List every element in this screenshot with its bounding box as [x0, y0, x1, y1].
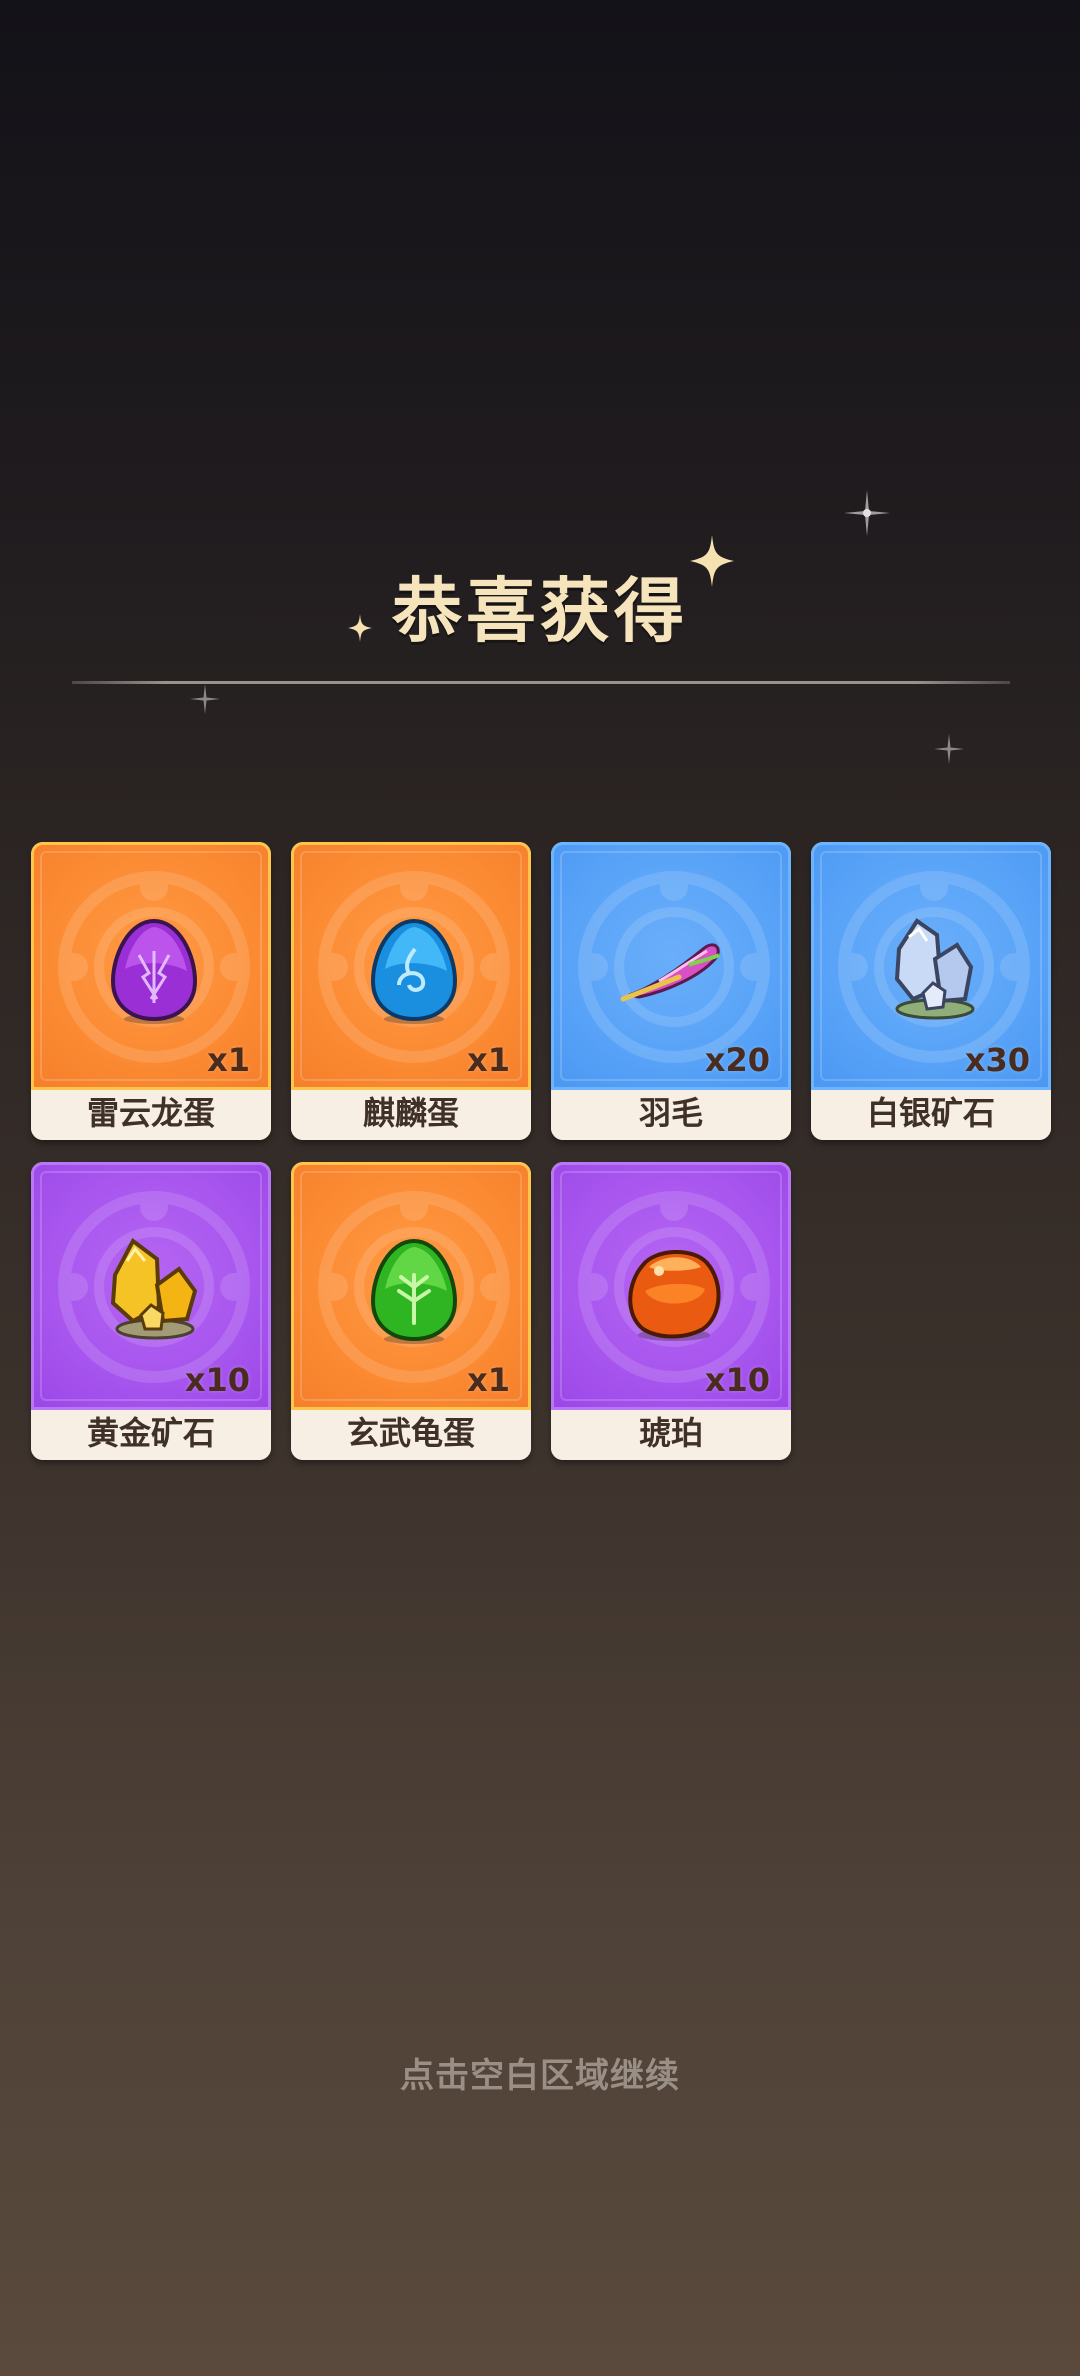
card-background: x10 [31, 1162, 271, 1410]
item-count: x20 [704, 1041, 770, 1079]
item-name: 白银矿石 [811, 1090, 1051, 1140]
card-background: x20 [551, 842, 791, 1090]
purple-thunder-egg-icon [110, 918, 198, 1024]
item-count: x30 [964, 1041, 1030, 1079]
feather-icon [620, 943, 720, 1002]
reward-card[interactable]: x1 玄武龟蛋 [291, 1162, 531, 1460]
item-name: 雷云龙蛋 [31, 1090, 271, 1140]
sparkle-icon [844, 490, 890, 536]
item-name: 羽毛 [551, 1090, 791, 1140]
item-name: 琥珀 [551, 1410, 791, 1460]
gold-ore-icon [110, 1237, 198, 1340]
card-background: x10 [551, 1162, 791, 1410]
item-count: x1 [467, 1041, 510, 1079]
reward-card[interactable]: x20 羽毛 [551, 842, 791, 1140]
title-divider [72, 681, 1010, 684]
card-background: x30 [811, 842, 1051, 1090]
item-count: x1 [207, 1041, 250, 1079]
card-background: x1 [31, 842, 271, 1090]
item-count: x1 [467, 1361, 510, 1399]
reward-card[interactable]: x1 麒麟蛋 [291, 842, 531, 1140]
item-name: 黄金矿石 [31, 1410, 271, 1460]
sparkle-icon [934, 734, 964, 764]
card-background: x1 [291, 1162, 531, 1410]
amber-icon [628, 1249, 721, 1341]
item-count: x10 [704, 1361, 770, 1399]
reward-card[interactable]: x30 白银矿石 [811, 842, 1051, 1140]
silver-ore-icon [894, 918, 975, 1020]
item-name: 麒麟蛋 [291, 1090, 531, 1140]
sparkle-icon [190, 684, 220, 714]
page-title: 恭喜获得 [392, 570, 688, 652]
green-leaf-egg-icon [370, 1238, 458, 1344]
reward-card[interactable]: x10 黄金矿石 [31, 1162, 271, 1460]
reward-card[interactable]: x1 雷云龙蛋 [31, 842, 271, 1140]
item-name: 玄武龟蛋 [291, 1410, 531, 1460]
blue-water-egg-icon [370, 918, 458, 1024]
reward-card[interactable]: x10 琥珀 [551, 1162, 791, 1460]
continue-hint[interactable]: 点击空白区域继续 [0, 2048, 1080, 2097]
item-count: x10 [184, 1361, 250, 1399]
card-background: x1 [291, 842, 531, 1090]
